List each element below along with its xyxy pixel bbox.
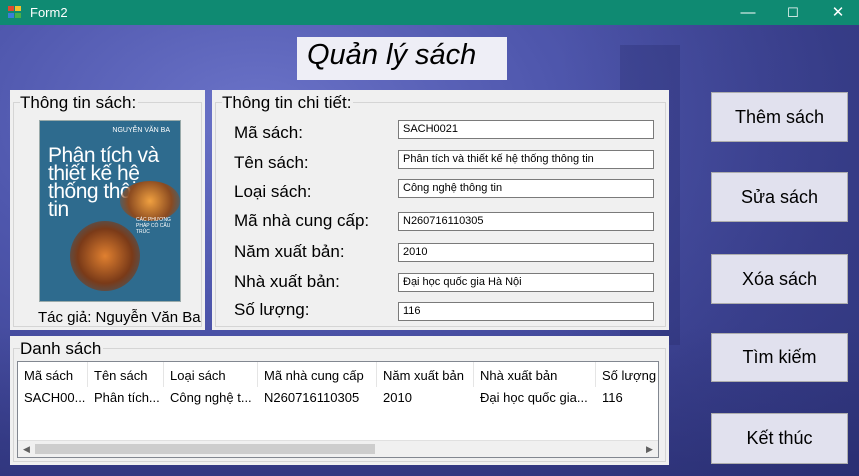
column-header-book-id[interactable]: Mã sách xyxy=(18,362,88,387)
column-header-publish-year[interactable]: Năm xuất bản xyxy=(377,362,474,387)
close-button[interactable]: ✕ xyxy=(815,0,859,25)
book-cover-image: NGUYỄN VĂN BA Phân tích và thiết kế hệ t… xyxy=(39,120,181,302)
details-legend: Thông tin chi tiết: xyxy=(222,93,354,113)
cell-book-type: Công nghệ t... xyxy=(170,390,252,405)
book-name-field[interactable]: Phân tích và thiết kế hệ thống thông tin xyxy=(398,150,654,169)
minimize-button[interactable]: — xyxy=(725,0,771,25)
book-list-view[interactable]: Mã sách Tên sách Loại sách Mã nhà cung c… xyxy=(17,361,659,458)
cover-art-icon xyxy=(120,181,180,221)
edit-book-button[interactable]: Sửa sách xyxy=(711,172,848,222)
maximize-button[interactable]: ☐ xyxy=(770,0,816,25)
column-header-quantity[interactable]: Số lượng xyxy=(596,362,658,387)
book-id-label: Mã sách: xyxy=(234,123,303,142)
cell-publish-year: 2010 xyxy=(383,390,412,405)
book-info-legend: Thông tin sách: xyxy=(20,93,139,113)
list-legend: Danh sách xyxy=(20,339,104,359)
author-label: Tác giả: Nguyễn Văn Ba xyxy=(38,309,201,326)
app-icon xyxy=(8,6,22,19)
quantity-field[interactable]: 116 xyxy=(398,302,654,321)
scroll-left-icon[interactable]: ◀ xyxy=(18,441,35,458)
cell-book-name: Phân tích... xyxy=(94,390,160,405)
cell-quantity: 116 xyxy=(602,390,623,405)
book-name-label: Tên sách: xyxy=(234,153,309,172)
search-button[interactable]: Tìm kiếm xyxy=(711,333,848,382)
supplier-id-field[interactable]: N260716110305 xyxy=(398,212,654,231)
title-bar: Form2 — ☐ ✕ xyxy=(0,0,859,25)
book-type-label: Loại sách: xyxy=(234,182,312,201)
cell-supplier-id: N260716110305 xyxy=(264,390,360,405)
column-header-supplier-id[interactable]: Mã nhà cung cấp xyxy=(258,362,377,387)
book-id-field[interactable]: SACH0021 xyxy=(398,120,654,139)
publisher-label: Nhà xuất bản: xyxy=(234,272,340,291)
column-header-book-type[interactable]: Loại sách xyxy=(164,362,258,387)
publisher-field[interactable]: Đại học quốc gia Hà Nội xyxy=(398,273,654,292)
header-panel: Quản lý sách xyxy=(297,37,507,80)
window-title: Form2 xyxy=(30,5,68,20)
publish-year-field[interactable]: 2010 xyxy=(398,243,654,262)
cover-author: NGUYỄN VĂN BA xyxy=(112,127,170,134)
scrollbar-thumb[interactable] xyxy=(35,444,375,454)
column-header-publisher[interactable]: Nhà xuất bản xyxy=(474,362,596,387)
delete-book-button[interactable]: Xóa sách xyxy=(711,254,848,304)
add-book-button[interactable]: Thêm sách xyxy=(711,92,848,142)
horizontal-scrollbar[interactable]: ◀ ▶ xyxy=(18,440,658,457)
publish-year-label: Năm xuất bản: xyxy=(234,242,345,261)
cover-subtitle: CÁC PHƯƠNG PHÁP CÓ CẤU TRÚC xyxy=(136,217,171,235)
page-title: Quản lý sách xyxy=(307,39,477,71)
book-type-field[interactable]: Công nghệ thông tin xyxy=(398,179,654,198)
supplier-id-label: Mã nhà cung cấp: xyxy=(234,211,370,230)
cell-book-id: SACH00... xyxy=(24,390,86,405)
column-header-book-name[interactable]: Tên sách xyxy=(88,362,164,387)
quantity-label: Số lượng: xyxy=(234,300,310,319)
list-header: Mã sách Tên sách Loại sách Mã nhà cung c… xyxy=(18,362,658,387)
cell-publisher: Đại học quốc gia... xyxy=(480,390,588,405)
cover-art-icon xyxy=(70,221,140,291)
exit-button[interactable]: Kết thúc xyxy=(711,413,848,464)
scroll-right-icon[interactable]: ▶ xyxy=(641,441,658,458)
